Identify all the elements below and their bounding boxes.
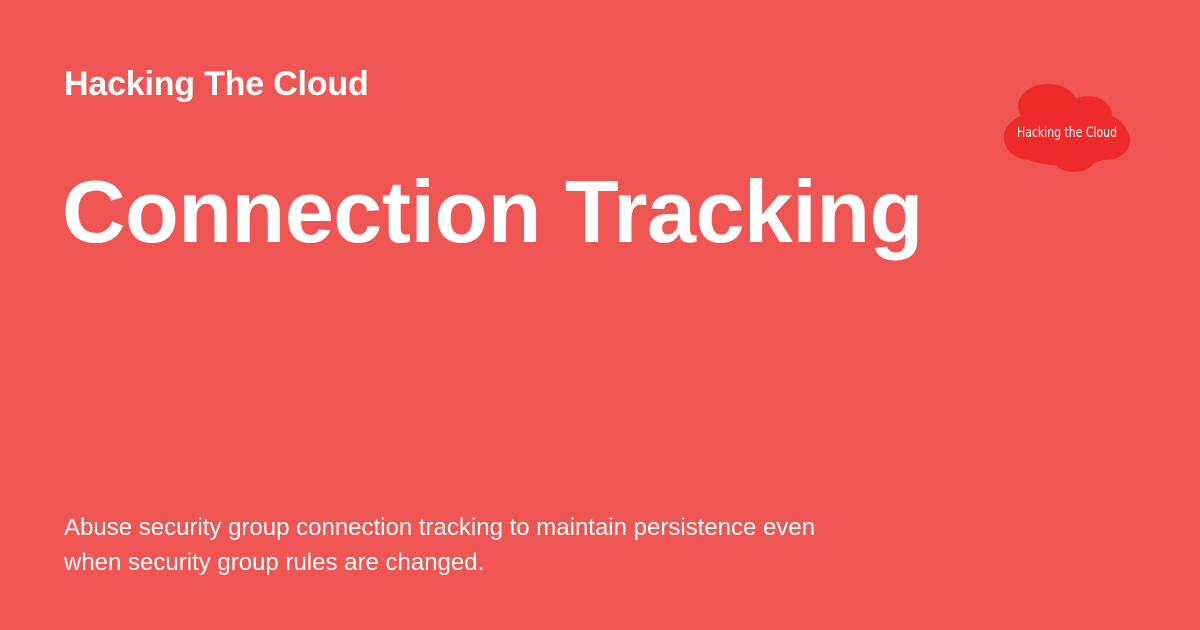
page-description: Abuse security group connection tracking… (64, 514, 816, 576)
social-card: Hacking The Cloud Connection Tracking Ab… (0, 0, 1200, 630)
site-name: Hacking The Cloud (64, 65, 369, 103)
cloud-logo-icon: Hacking the Cloud (1000, 80, 1132, 176)
logo-text: Hacking the Cloud (1017, 125, 1117, 141)
page-title: Connection Tracking (62, 162, 923, 261)
